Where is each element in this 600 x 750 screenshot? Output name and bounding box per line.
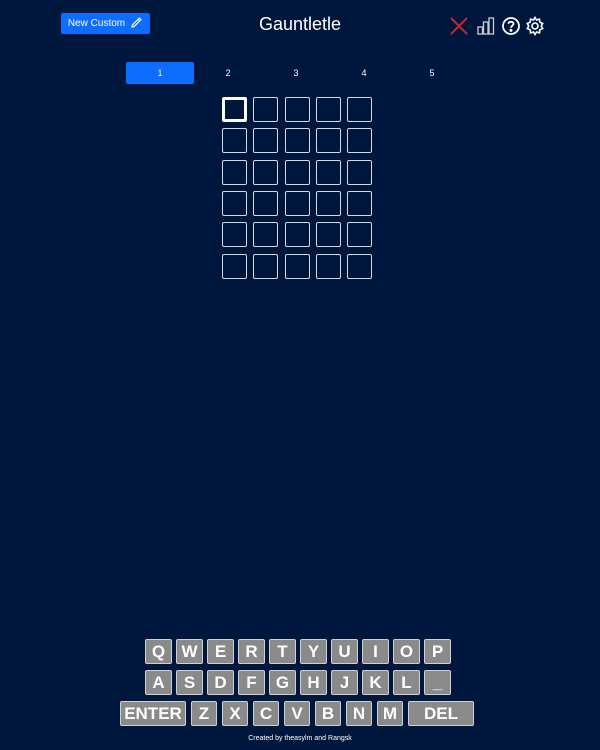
key-x[interactable]: X (222, 701, 248, 726)
key-b[interactable]: B (315, 701, 341, 726)
key-g[interactable]: G (269, 670, 296, 695)
letter-cell (285, 128, 310, 153)
letter-cell (253, 254, 278, 279)
key-underscore[interactable]: _ (424, 670, 451, 695)
letter-cell (316, 160, 341, 185)
key-f[interactable]: F (238, 670, 265, 695)
letter-cell (316, 254, 341, 279)
letter-cell (253, 222, 278, 247)
tab-3[interactable]: 3 (262, 62, 330, 84)
tab-2[interactable]: 2 (194, 62, 262, 84)
letter-cell (347, 254, 372, 279)
key-c[interactable]: C (253, 701, 279, 726)
letter-cell (285, 191, 310, 216)
letter-cell (253, 191, 278, 216)
key-r[interactable]: R (238, 639, 265, 664)
letter-cell (285, 97, 310, 122)
key-u[interactable]: U (331, 639, 358, 664)
key-e[interactable]: E (207, 639, 234, 664)
tab-4[interactable]: 4 (330, 62, 398, 84)
key-z[interactable]: Z (191, 701, 217, 726)
key-l[interactable]: L (393, 670, 420, 695)
letter-cell (316, 222, 341, 247)
letter-cell (347, 160, 372, 185)
tab-1[interactable]: 1 (126, 62, 194, 84)
letter-cell (222, 128, 247, 153)
key-j[interactable]: J (331, 670, 358, 695)
close-icon[interactable] (448, 15, 470, 37)
letter-cell (222, 97, 247, 122)
key-p[interactable]: P (424, 639, 451, 664)
key-t[interactable]: T (269, 639, 296, 664)
letter-cell (222, 160, 247, 185)
letter-cell (222, 191, 247, 216)
key-enter[interactable]: ENTER (120, 701, 186, 726)
settings-icon[interactable] (524, 15, 546, 37)
key-m[interactable]: M (377, 701, 403, 726)
key-q[interactable]: Q (145, 639, 172, 664)
letter-cell (285, 160, 310, 185)
key-s[interactable]: S (176, 670, 203, 695)
letter-cell (285, 254, 310, 279)
key-o[interactable]: O (393, 639, 420, 664)
key-d[interactable]: D (207, 670, 234, 695)
key-a[interactable]: A (145, 670, 172, 695)
key-k[interactable]: K (362, 670, 389, 695)
key-del[interactable]: DEL (408, 701, 474, 726)
tab-5[interactable]: 5 (398, 62, 466, 84)
help-icon[interactable] (500, 15, 522, 37)
letter-cell (253, 160, 278, 185)
key-y[interactable]: Y (300, 639, 327, 664)
letter-cell (347, 191, 372, 216)
key-h[interactable]: H (300, 670, 327, 695)
letter-cell (316, 191, 341, 216)
letter-cell (222, 254, 247, 279)
key-w[interactable]: W (176, 639, 203, 664)
letter-cell (316, 128, 341, 153)
key-i[interactable]: I (362, 639, 389, 664)
letter-cell (316, 97, 341, 122)
key-n[interactable]: N (346, 701, 372, 726)
letter-cell (253, 97, 278, 122)
letter-cell (347, 128, 372, 153)
stats-icon[interactable] (475, 15, 497, 37)
letter-cell (347, 222, 372, 247)
letter-cell (253, 128, 278, 153)
footer-credit: Created by theasylm and Rangsk (248, 735, 352, 742)
key-v[interactable]: V (284, 701, 310, 726)
letter-cell (285, 222, 310, 247)
letter-cell (222, 222, 247, 247)
letter-cell (347, 97, 372, 122)
